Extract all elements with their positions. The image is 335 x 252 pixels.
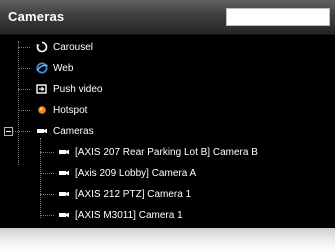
tree-item-label: Carousel bbox=[53, 41, 94, 53]
camera-icon bbox=[36, 125, 48, 137]
tree-connector bbox=[18, 68, 30, 69]
tree-item-label: [AXIS 207 Rear Parking Lot B] Camera B bbox=[75, 146, 258, 158]
tree-item-camera[interactable]: [AXIS M3011] Camera 1 bbox=[58, 207, 183, 223]
tree-item-web[interactable]: Web bbox=[36, 60, 73, 76]
tree-connector bbox=[18, 110, 30, 111]
carousel-icon bbox=[36, 41, 48, 53]
camera-icon bbox=[58, 188, 70, 200]
panel-header: Cameras bbox=[0, 0, 335, 35]
tree-item-carousel[interactable]: Carousel bbox=[36, 39, 93, 55]
tree-connector bbox=[18, 89, 30, 90]
web-icon bbox=[36, 62, 48, 74]
panel-reflection bbox=[0, 228, 335, 252]
cameras-panel: Cameras Carousel Web Push video Hotspot … bbox=[0, 0, 335, 228]
tree-item-cameras[interactable]: Cameras bbox=[36, 123, 94, 139]
tree-item-label: Hotspot bbox=[53, 104, 88, 116]
tree-item-label: [Axis 209 Lobby] Camera A bbox=[75, 167, 197, 179]
tree-connector bbox=[13, 131, 30, 132]
tree-item-label: Push video bbox=[53, 83, 103, 95]
tree-item-label: Web bbox=[53, 62, 74, 74]
tree-item-camera[interactable]: [AXIS 212 PTZ] Camera 1 bbox=[58, 186, 191, 202]
tree-connector bbox=[40, 138, 41, 218]
tree-item-label: [AXIS 212 PTZ] Camera 1 bbox=[75, 188, 192, 200]
camera-icon bbox=[58, 167, 70, 179]
panel-title: Cameras bbox=[8, 9, 65, 24]
tree-connector bbox=[18, 47, 30, 48]
tree-item-hotspot[interactable]: Hotspot bbox=[36, 102, 87, 118]
camera-tree: Carousel Web Push video Hotspot Cameras … bbox=[0, 35, 335, 228]
search-input[interactable] bbox=[226, 8, 330, 26]
tree-connector bbox=[40, 194, 54, 195]
tree-item-push-video[interactable]: Push video bbox=[36, 81, 102, 97]
hotspot-icon bbox=[36, 104, 48, 116]
tree-item-label: [AXIS M3011] Camera 1 bbox=[75, 209, 183, 221]
tree-item-camera[interactable]: [Axis 209 Lobby] Camera A bbox=[58, 165, 196, 181]
camera-icon bbox=[58, 209, 70, 221]
camera-icon bbox=[58, 146, 70, 158]
push-video-icon bbox=[36, 83, 48, 95]
tree-connector bbox=[40, 152, 54, 153]
collapse-toggle[interactable] bbox=[4, 127, 13, 136]
tree-connector bbox=[40, 215, 54, 216]
tree-item-label: Cameras bbox=[53, 125, 94, 137]
tree-connector bbox=[40, 173, 54, 174]
tree-connector bbox=[18, 41, 19, 165]
tree-item-camera[interactable]: [AXIS 207 Rear Parking Lot B] Camera B bbox=[58, 144, 258, 160]
